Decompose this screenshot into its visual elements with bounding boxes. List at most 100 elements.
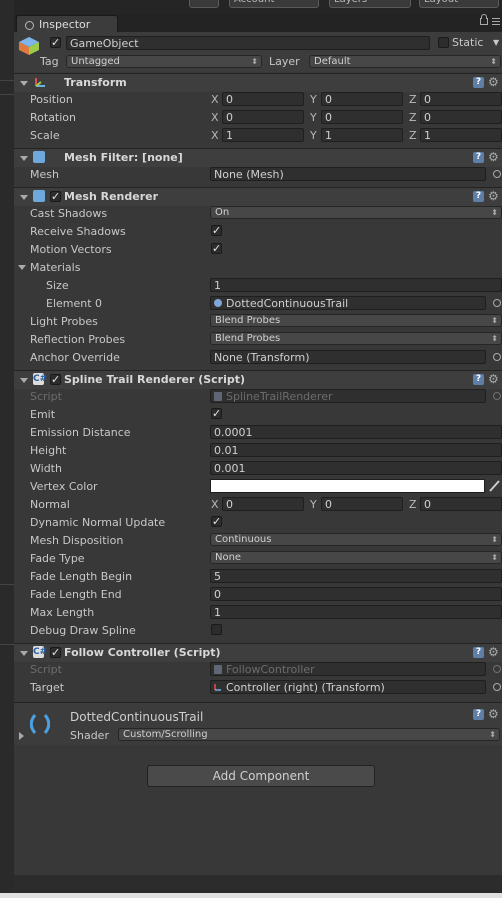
normal-x-field[interactable]: 0	[222, 497, 304, 511]
gear-icon[interactable]: ⚙	[488, 190, 499, 202]
mesh-renderer-enabled-checkbox[interactable]: ✓	[50, 191, 61, 202]
scale-z-field[interactable]: 1	[420, 128, 502, 142]
follow-enabled-checkbox[interactable]: ✓	[50, 647, 61, 658]
fold-open-icon[interactable]	[18, 265, 26, 270]
fade-end-field[interactable]: 0	[210, 587, 502, 601]
help-icon[interactable]: ?	[473, 374, 484, 385]
mesh-filter-icon	[33, 151, 45, 163]
mesh-renderer-header[interactable]: ✓ Mesh Renderer ? ⚙	[14, 187, 502, 206]
fold-open-icon[interactable]	[20, 378, 28, 383]
fold-open-icon[interactable]	[20, 651, 28, 656]
vertex-color-swatch[interactable]	[210, 479, 485, 493]
normal-z-field[interactable]: 0	[420, 497, 502, 511]
light-probes-label: Light Probes	[30, 315, 98, 328]
gear-icon[interactable]: ⚙	[488, 151, 499, 163]
layer-dropdown[interactable]: Default ⬍	[309, 55, 501, 68]
motion-vectors-checkbox[interactable]: ✓	[211, 243, 222, 254]
position-x-field[interactable]: 0	[222, 92, 304, 106]
object-picker-icon[interactable]	[493, 170, 501, 178]
materials-label[interactable]: Materials	[30, 261, 80, 274]
element0-object-field[interactable]: DottedContinuousTrail	[210, 296, 486, 310]
height-field[interactable]: 0.01	[210, 443, 502, 457]
debug-draw-checkbox[interactable]	[211, 624, 222, 635]
axis-x-label: X	[211, 111, 219, 124]
gameobject-name-field[interactable]: GameObject	[66, 36, 430, 50]
layers-dropdown[interactable]: Layers	[329, 0, 411, 8]
gear-icon[interactable]: ⚙	[488, 76, 499, 88]
help-icon[interactable]: ?	[473, 152, 484, 163]
anchor-override-field[interactable]: None (Transform)	[210, 350, 486, 364]
rotation-x-field[interactable]: 0	[222, 110, 304, 124]
height-label: Height	[30, 444, 67, 457]
axis-x-label: X	[211, 93, 219, 106]
strip-divider	[0, 644, 14, 645]
account-dropdown[interactable]: Account	[229, 0, 319, 8]
script-icon: C#	[33, 646, 48, 658]
target-object-field[interactable]: Controller (right) (Transform)	[210, 680, 486, 694]
reflection-probes-dropdown[interactable]: Blend Probes ⬍	[210, 332, 502, 345]
spline-enabled-checkbox[interactable]: ✓	[50, 374, 61, 385]
follow-controller-header[interactable]: C# ✓ Follow Controller (Script) ? ⚙	[14, 643, 502, 662]
mesh-filter-header[interactable]: Mesh Filter: [none] ? ⚙	[14, 148, 502, 167]
help-icon[interactable]: ?	[473, 77, 484, 88]
materials-size-field[interactable]: 1	[210, 278, 502, 292]
static-dropdown-arrow[interactable]: ▼	[493, 38, 499, 47]
tab-bar: Inspector	[14, 14, 502, 33]
object-picker-icon[interactable]	[493, 683, 501, 691]
max-length-field[interactable]: 1	[210, 605, 502, 619]
dynamic-normal-checkbox[interactable]: ✓	[211, 516, 222, 527]
help-icon[interactable]: ?	[473, 647, 484, 658]
help-icon[interactable]: ?	[473, 709, 484, 720]
static-checkbox[interactable]	[438, 37, 449, 48]
emission-distance-field[interactable]: 0.0001	[210, 425, 502, 439]
transform-title: Transform	[64, 76, 127, 89]
layout-dropdown[interactable]: Layout	[419, 0, 499, 8]
fade-begin-field[interactable]: 5	[210, 569, 502, 583]
script-file-icon	[214, 665, 222, 674]
eyedropper-icon[interactable]	[488, 479, 501, 493]
fold-closed-icon[interactable]	[19, 732, 24, 740]
help-icon[interactable]: ?	[473, 191, 484, 202]
object-picker-icon[interactable]	[493, 299, 501, 307]
info-icon	[25, 21, 34, 30]
light-probes-dropdown[interactable]: Blend Probes ⬍	[210, 314, 502, 327]
object-picker-icon[interactable]	[493, 353, 501, 361]
width-field[interactable]: 0.001	[210, 461, 502, 475]
active-checkbox[interactable]: ✓	[50, 37, 61, 48]
rotation-y-field[interactable]: 0	[321, 110, 403, 124]
script-object-field: FollowController	[210, 662, 486, 676]
receive-shadows-checkbox[interactable]: ✓	[211, 225, 222, 236]
follow-controller-title: Follow Controller (Script)	[64, 646, 221, 659]
normal-y-field[interactable]: 0	[321, 497, 403, 511]
cloud-button[interactable]	[189, 0, 219, 8]
gear-icon[interactable]: ⚙	[488, 373, 499, 385]
add-component-button[interactable]: Add Component	[147, 765, 375, 787]
transform-header[interactable]: Transform ? ⚙	[14, 73, 502, 92]
emit-checkbox[interactable]: ✓	[211, 408, 222, 419]
position-z-field[interactable]: 0	[420, 92, 502, 106]
fold-open-icon[interactable]	[20, 81, 28, 86]
fold-open-icon[interactable]	[20, 156, 28, 161]
scale-x-field[interactable]: 1	[222, 128, 304, 142]
scale-y-field[interactable]: 1	[321, 128, 403, 142]
shader-dropdown[interactable]: Custom/Scrolling ⬍	[118, 728, 500, 741]
rotation-z-field[interactable]: 0	[420, 110, 502, 124]
tab-inspector[interactable]: Inspector	[16, 15, 118, 33]
gear-icon[interactable]: ⚙	[488, 708, 499, 720]
lock-icon[interactable]	[480, 14, 488, 25]
transform-axis-icon	[35, 78, 45, 87]
mesh-object-field[interactable]: None (Mesh)	[210, 167, 486, 181]
mesh-disposition-dropdown[interactable]: Continuous ⬍	[210, 533, 502, 546]
tag-dropdown[interactable]: Untagged ⬍	[66, 55, 262, 68]
cast-shadows-dropdown[interactable]: On ⬍	[210, 206, 502, 219]
fade-type-dropdown[interactable]: None ⬍	[210, 551, 502, 564]
menu-icon[interactable]	[492, 18, 500, 19]
axis-y-label: Y	[310, 498, 317, 511]
mesh-renderer-icon	[33, 190, 45, 202]
gear-icon[interactable]: ⚙	[488, 646, 499, 658]
position-y-field[interactable]: 0	[321, 92, 403, 106]
object-picker-icon	[493, 665, 501, 673]
size-label: Size	[46, 279, 69, 292]
fold-open-icon[interactable]	[20, 195, 28, 200]
spline-trail-header[interactable]: C# ✓ Spline Trail Renderer (Script) ? ⚙	[14, 370, 502, 389]
